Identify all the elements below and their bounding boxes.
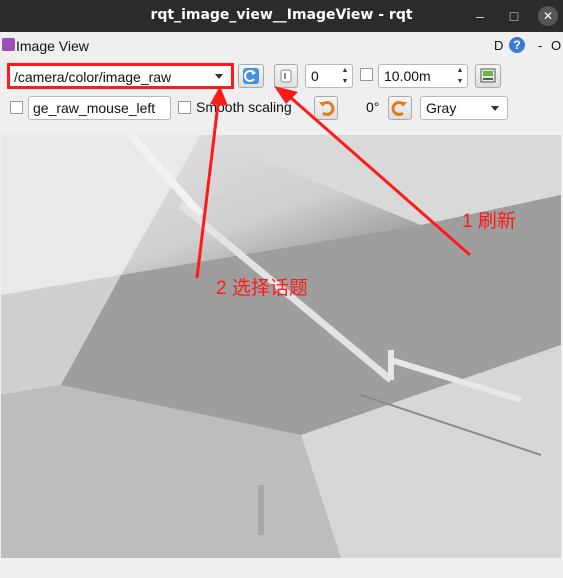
refresh-annotation: 1 刷新 [462,211,516,232]
topic-arrowhead [210,86,228,106]
select-topic-annotation: 2 选择话题 [216,278,308,299]
topic-arrow [195,103,220,279]
status-bar [0,559,563,578]
refresh-arrow [289,95,471,257]
